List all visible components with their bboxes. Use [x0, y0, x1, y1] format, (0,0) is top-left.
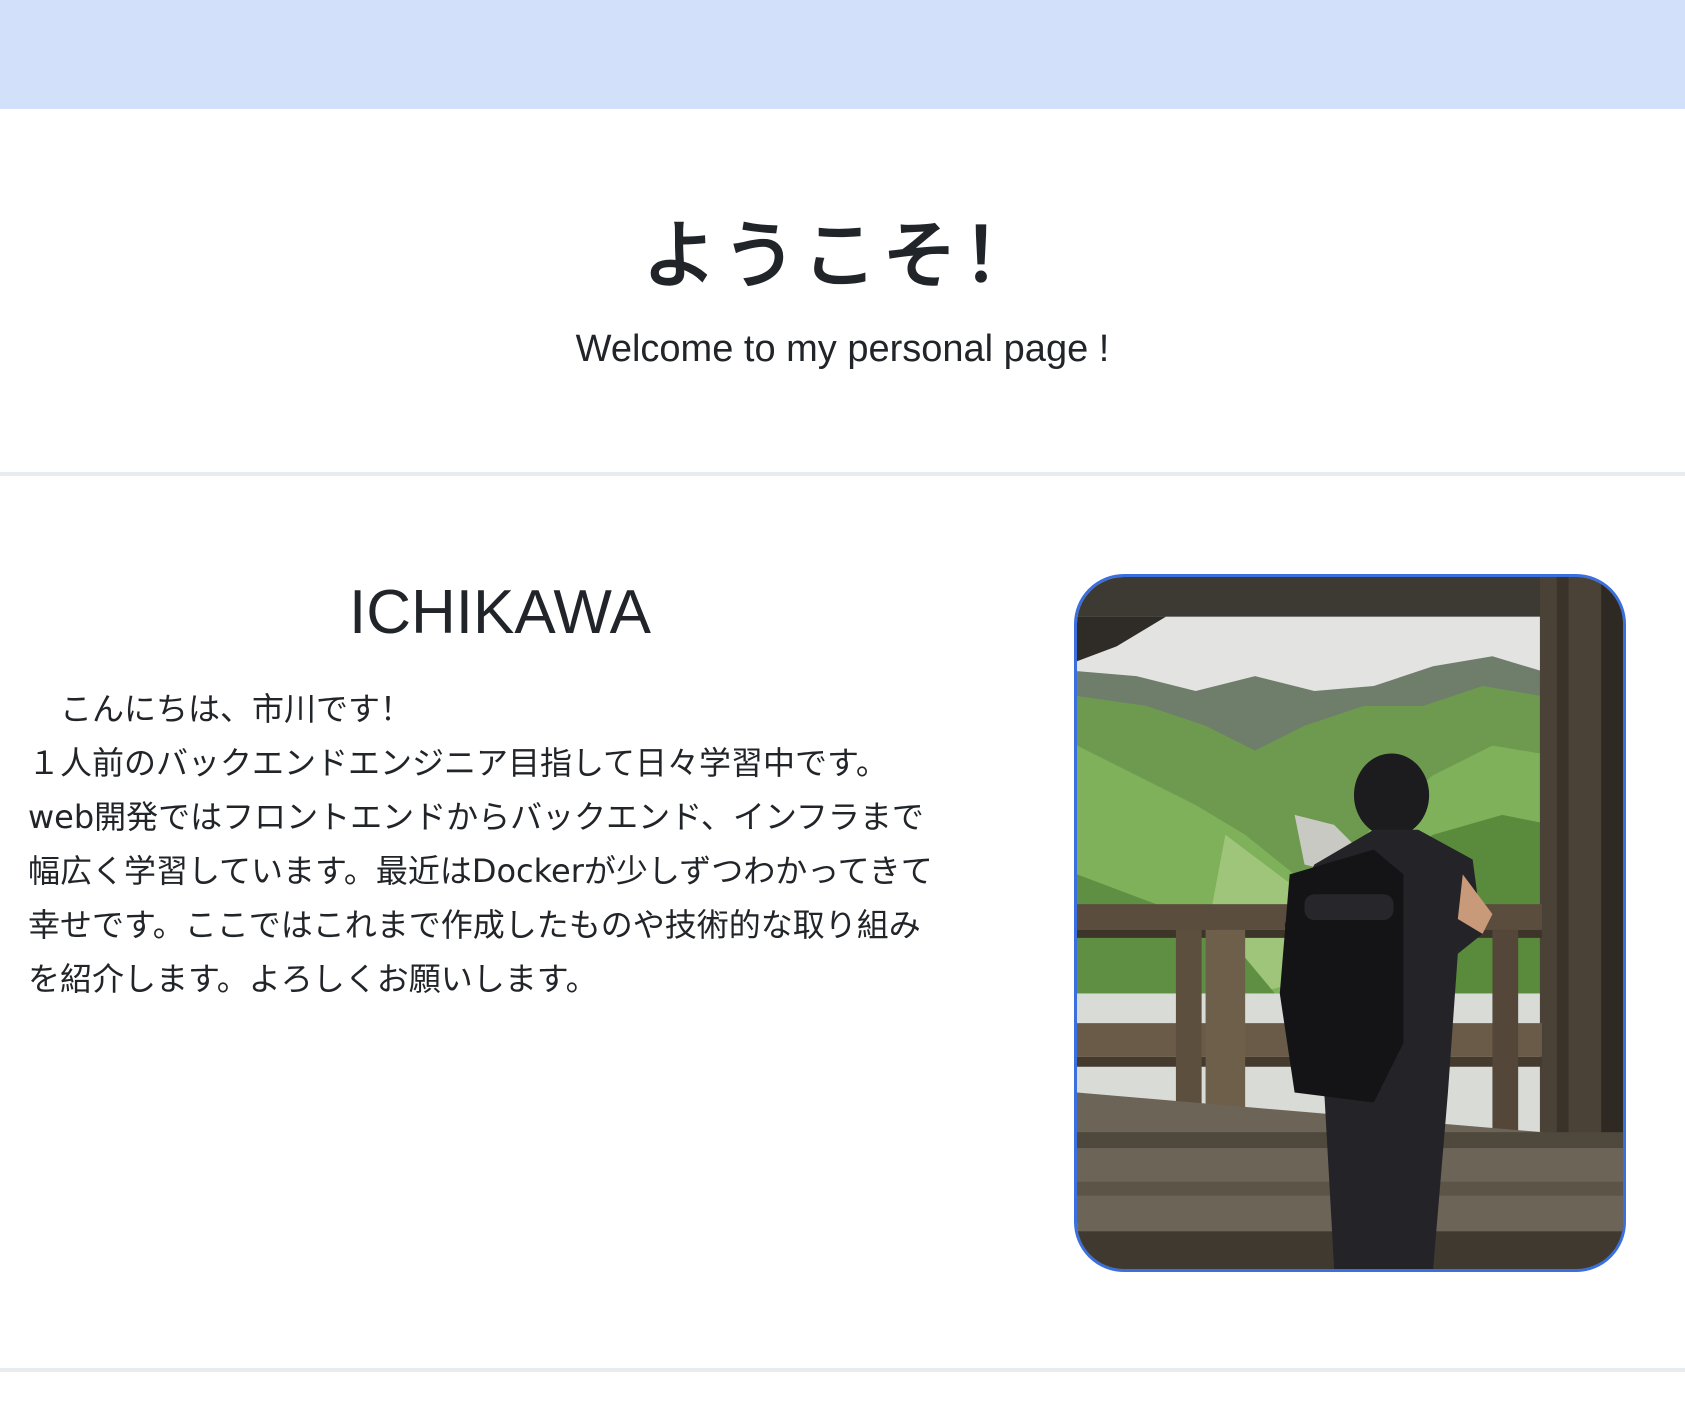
profile-text-line: 幸せです。ここではこれまで作成したものや技術的な取り組み	[28, 906, 921, 944]
section-divider	[0, 472, 1685, 476]
hero-section: ようこそ！ Welcome to my personal page !	[0, 109, 1685, 474]
profile-name: ICHIKAWA	[349, 578, 651, 647]
top-navbar	[0, 0, 1685, 109]
profile-text-line: １人前のバックエンドエンジニア目指して日々学習中です。	[28, 744, 888, 782]
profile-text-line: を紹介します。よろしくお願いします。	[28, 960, 598, 998]
hero-subtitle: Welcome to my personal page !	[575, 328, 1110, 370]
hero-title: ようこそ！	[642, 213, 1043, 299]
profile-introduction: こんにちは、市川です！ １人前のバックエンドエンジニア目指して日々学習中です。 …	[28, 682, 988, 1006]
profile-text-line: こんにちは、市川です！	[28, 690, 413, 728]
profile-text-line: 幅広く学習しています。最近はDockerが少しずつわかってきて	[28, 852, 933, 890]
profile-photo	[1074, 574, 1626, 1272]
profile-text-line: web開発ではフロントエンドからバックエンド、インフラまで	[28, 798, 924, 836]
profile-photo-image	[1077, 577, 1623, 1269]
section-divider	[0, 1368, 1685, 1372]
